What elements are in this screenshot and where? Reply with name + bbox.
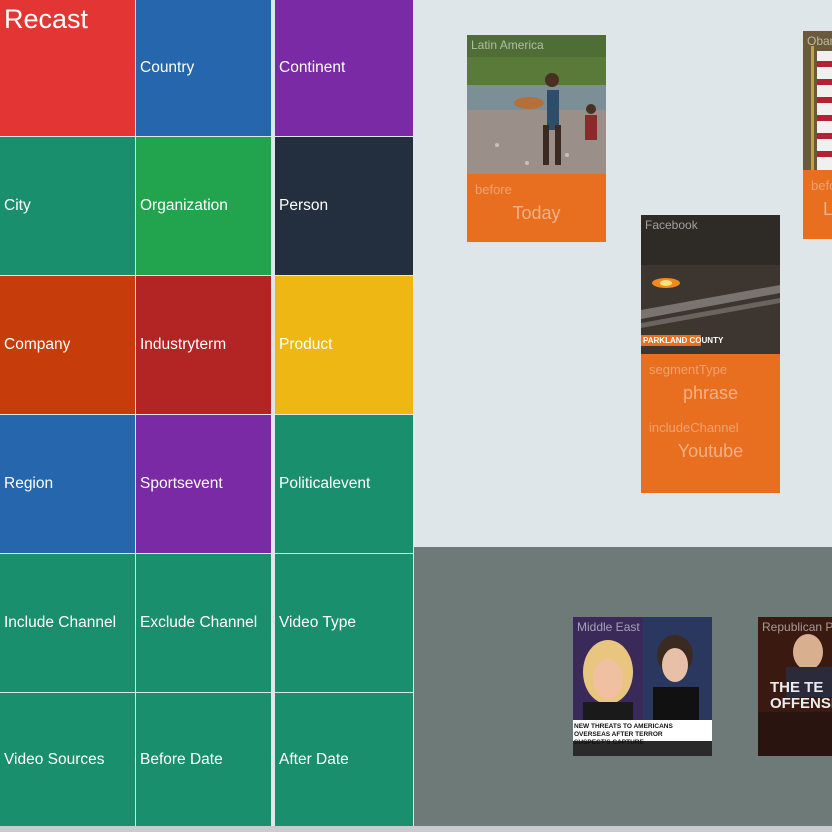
app-title: Recast bbox=[0, 0, 135, 136]
video-thumbnail: Obama bbox=[803, 31, 832, 170]
tile-company[interactable]: Company bbox=[0, 276, 135, 414]
tile-country[interactable]: Country bbox=[136, 0, 271, 136]
news-ticker-text: NEW THREATS TO AMERICANS OVERSEAS AFTER … bbox=[574, 723, 673, 746]
tile-continent[interactable]: Continent bbox=[275, 0, 413, 136]
result-video-middle-east[interactable]: Middle East NEW THREATS TO AMERICANS OVE… bbox=[573, 617, 712, 756]
card-key-label: before bbox=[811, 178, 832, 193]
tile-product[interactable]: Product bbox=[275, 276, 413, 414]
card-caption: Republican P bbox=[762, 620, 832, 634]
tile-before-date[interactable]: Before Date bbox=[136, 693, 271, 826]
card-value-label: Today bbox=[512, 203, 561, 223]
tile-region[interactable]: Region bbox=[0, 415, 135, 553]
tile-person[interactable]: Person bbox=[275, 137, 413, 275]
card-key-label: includeChannel bbox=[649, 420, 739, 435]
thumbnail-overlay-text: PARKLAND COUNTY bbox=[643, 336, 724, 345]
result-video-republican[interactable]: Republican P THE TE OFFENSIV bbox=[758, 617, 832, 756]
thumbnail-overlay-text: THE TE OFFENSIV bbox=[770, 679, 832, 712]
card-caption: Obama bbox=[807, 34, 832, 48]
query-card-obama[interactable]: Obama before L bbox=[803, 31, 832, 239]
tile-sportsevent[interactable]: Sportsevent bbox=[136, 415, 271, 553]
video-thumbnail: Facebook PARKLAND COUNTY bbox=[641, 215, 780, 354]
tile-video-sources[interactable]: Video Sources bbox=[0, 693, 135, 826]
tile-after-date[interactable]: After Date bbox=[275, 693, 413, 826]
video-thumbnail: Latin America bbox=[467, 35, 606, 174]
card-caption: Middle East bbox=[577, 620, 640, 634]
tile-city[interactable]: City bbox=[0, 137, 135, 275]
card-key-label: before bbox=[475, 182, 512, 197]
card-value-label: Youtube bbox=[677, 441, 744, 461]
thumbnail-image bbox=[467, 35, 606, 174]
tile-exclude-channel[interactable]: Exclude Channel bbox=[136, 554, 271, 692]
tile-include-channel[interactable]: Include Channel bbox=[0, 554, 135, 692]
thumbnail-image bbox=[803, 31, 832, 170]
query-card-latin-america[interactable]: Latin America before Today bbox=[467, 35, 606, 242]
tile-industryterm[interactable]: Industryterm bbox=[136, 276, 271, 414]
tile-politicalevent[interactable]: Politicalevent bbox=[275, 415, 413, 553]
card-caption: Latin America bbox=[471, 38, 544, 52]
card-value-label: phrase bbox=[682, 383, 739, 403]
tile-organization[interactable]: Organization bbox=[136, 137, 271, 275]
entity-grid: Recast Country Continent City Organizati… bbox=[0, 0, 413, 829]
card-key-label: segmentType bbox=[649, 362, 728, 377]
thumbnail-image bbox=[641, 215, 780, 354]
tile-video-type[interactable]: Video Type bbox=[275, 554, 413, 692]
card-value-label: L bbox=[823, 199, 832, 219]
bottom-scrollbar[interactable] bbox=[0, 826, 832, 832]
card-caption: Facebook bbox=[645, 218, 698, 232]
query-card-facebook[interactable]: Facebook PARKLAND COUNTY segmentType phr… bbox=[641, 215, 780, 493]
